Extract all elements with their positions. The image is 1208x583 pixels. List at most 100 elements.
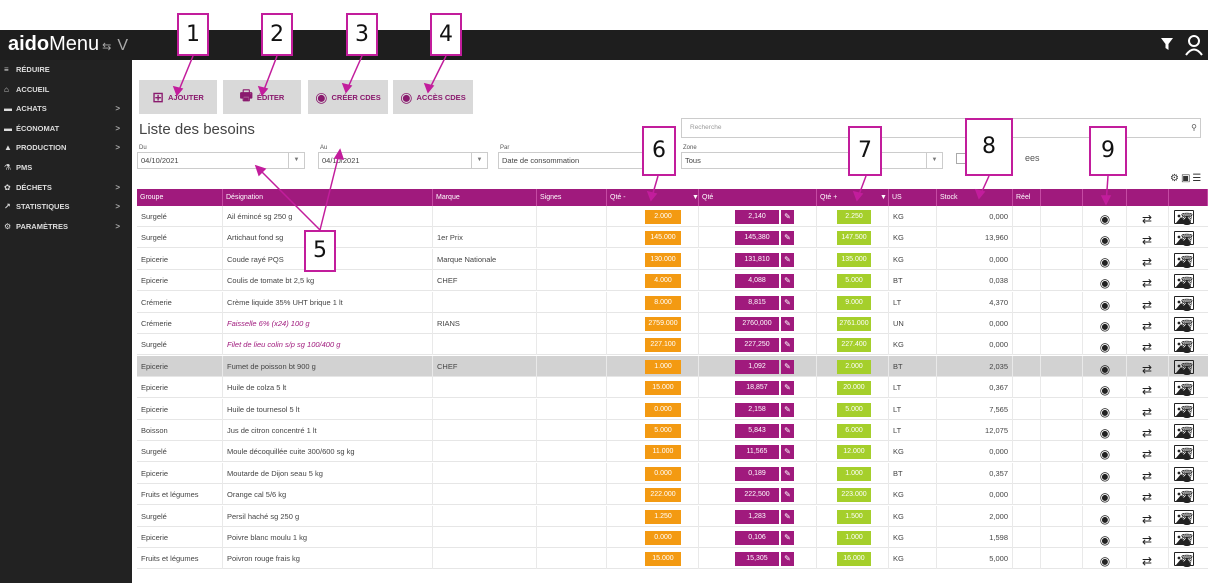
qte-value[interactable]: 227,250 [735,338,779,353]
eye-icon[interactable]: ◉ [1095,402,1115,420]
eye-icon[interactable]: ◉ [1095,209,1115,227]
chevron-down-icon[interactable]: ▼ [471,153,487,168]
table-row[interactable]: Crémerie Faisselle 6% (x24) 100 g RIANS 275… [137,313,1208,334]
qte-value[interactable]: 222,500 [735,488,779,503]
edit-icon[interactable]: ✎ [781,274,794,289]
cell-designation[interactable]: Crème liquide 35% UHT brique 1 lt [223,291,433,313]
image-icon[interactable] [1174,424,1194,438]
transfer-arrows-icon[interactable]: ⇄ [1137,337,1157,355]
transfer-arrows-icon[interactable]: ⇄ [1137,509,1157,527]
save-icon[interactable]: ▣ [1181,173,1192,184]
filter-icon[interactable] [1160,37,1174,51]
table-row[interactable]: Boisson Jus de citron concentré 1 lt 5.000… [137,420,1208,441]
qte-value[interactable]: 11,565 [735,445,779,460]
cell-designation[interactable]: Poivre blanc moulu 1 kg [223,527,433,548]
sort-down-icon[interactable]: ▼ [877,189,887,206]
cell-designation[interactable]: Coulis de tomate bt 2,5 kg [223,270,433,292]
du-date-input[interactable]: 04/10/2021 ▼ [137,152,305,169]
transfer-arrows-icon[interactable]: ⇄ [1137,551,1157,569]
sidebar-item-8[interactable]: ⚙ PARAMÈTRES > [0,217,132,237]
sidebar-item-5[interactable]: ⚗ PMS [0,158,132,178]
column-header[interactable]: US [889,189,937,206]
eye-icon[interactable]: ◉ [1095,444,1115,462]
edit-icon[interactable]: ✎ [781,231,794,246]
table-row[interactable]: Surgelé Artichaut fond sg 1er Prix 145.000 1… [137,227,1208,249]
print-button[interactable]: 🖶 ÉDITER [223,80,301,114]
table-row[interactable]: Epicerie Poivre blanc moulu 1 kg 0.000 0,10… [137,527,1208,548]
column-header[interactable]: Groupe [137,189,223,206]
table-row[interactable]: Surgelé Moule décoquillée cuite 300/600 s… [137,441,1208,463]
search-icon[interactable]: ⚲ [1191,119,1197,137]
eye-icon[interactable]: ◉ [1095,551,1115,569]
cell-designation[interactable]: Persil haché sg 250 g [223,505,433,527]
eye-icon[interactable]: ◉ [1095,487,1115,505]
edit-icon[interactable]: ✎ [781,488,794,503]
chevron-down-icon[interactable]: ▼ [926,153,942,168]
table-row[interactable]: Crémerie Crème liquide 35% UHT brique 1 l… [137,291,1208,313]
sidebar-item-0[interactable]: ≡ RÉDUIRE [0,60,132,80]
sidebar-item-1[interactable]: ⌂ ACCUEIL [0,80,132,100]
sort-down-icon[interactable]: ▼ [689,189,699,206]
cell-designation[interactable]: Fumet de poisson bt 900 g [223,355,433,377]
edit-icon[interactable]: ✎ [781,402,794,417]
eye-icon[interactable]: ◉ [1095,295,1115,313]
access-orders-button[interactable]: ◉ ACCÈS CDES [393,80,473,114]
image-icon[interactable] [1174,231,1194,246]
image-icon[interactable] [1174,381,1194,396]
cell-designation[interactable]: Huile de tournesol 5 lt [223,398,433,420]
cell-designation[interactable]: Moule décoquillée cuite 300/600 sg kg [223,441,433,463]
qte-value[interactable]: 145,380 [735,231,779,246]
eye-icon[interactable]: ◉ [1095,316,1115,334]
image-icon[interactable] [1174,274,1194,289]
gear-icon[interactable]: ⚙ [1170,173,1181,184]
eye-icon[interactable]: ◉ [1095,423,1115,441]
cell-designation[interactable]: Moutarde de Dijon seau 5 kg [223,462,433,484]
image-icon[interactable] [1174,210,1194,224]
table-row[interactable]: Epicerie Huile de tournesol 5 lt 0.000 2,15… [137,398,1208,420]
table-row[interactable]: Fruits et légumes Poivron rouge frais kg 1… [137,548,1208,570]
image-icon[interactable] [1174,488,1194,503]
chevron-down-icon[interactable]: ▼ [288,153,304,168]
qte-value[interactable]: 131,810 [735,252,779,267]
zone-select[interactable]: Tous ▼ [681,152,943,169]
qte-value[interactable]: 2,158 [735,402,779,417]
transfer-arrows-icon[interactable]: ⇄ [1137,230,1157,248]
transfer-arrows-icon[interactable]: ⇄ [1137,487,1157,505]
table-row[interactable]: Epicerie Moutarde de Dijon seau 5 kg 0.000… [137,462,1208,484]
edit-icon[interactable]: ✎ [781,466,794,481]
table-row[interactable]: Fruits et légumes Orange cal 5/6 kg 222.00… [137,484,1208,506]
edit-icon[interactable]: ✎ [781,424,794,438]
eye-icon[interactable]: ◉ [1095,273,1115,291]
image-icon[interactable] [1174,295,1194,310]
qte-value[interactable]: 1,092 [735,359,779,374]
edit-icon[interactable]: ✎ [781,359,794,374]
transfer-arrows-icon[interactable]: ⇄ [1137,380,1157,398]
qte-value[interactable]: 0,189 [735,466,779,481]
table-row[interactable]: Epicerie Coulis de tomate bt 2,5 kg CHEF 4.… [137,270,1208,292]
cell-designation[interactable]: Orange cal 5/6 kg [223,484,433,506]
cell-designation[interactable]: Filet de lieu colin s/p sg 100/400 g [223,334,433,356]
qte-value[interactable]: 2,140 [735,210,779,224]
image-icon[interactable] [1174,338,1194,353]
transfer-arrows-icon[interactable]: ⇄ [1137,252,1157,270]
transfer-arrows-icon[interactable]: ⇄ [1137,359,1157,377]
column-header[interactable]: Signes [537,189,607,206]
edit-icon[interactable]: ✎ [781,381,794,396]
table-row[interactable]: Epicerie Coude rayé PQS Marque Nationale 13… [137,248,1208,270]
sidebar-item-2[interactable]: ▬ ACHATS > [0,99,132,119]
column-header[interactable]: Qté [699,189,817,206]
cell-designation[interactable]: Huile de colza 5 lt [223,377,433,399]
add-button[interactable]: ⊞ AJOUTER [139,80,217,114]
qte-value[interactable]: 15,305 [735,552,779,567]
edit-icon[interactable]: ✎ [781,210,794,224]
edit-icon[interactable]: ✎ [781,552,794,567]
eye-icon[interactable]: ◉ [1095,230,1115,248]
list-icon[interactable]: ☰ [1192,173,1203,184]
transfer-arrows-icon[interactable]: ⇄ [1137,466,1157,484]
transfer-arrows-icon[interactable]: ⇄ [1137,423,1157,441]
qte-value[interactable]: 1,283 [735,509,779,524]
column-header[interactable]: Marque [433,189,537,206]
app-logo[interactable]: aidoMenu ⇆ V [8,33,128,56]
qte-value[interactable]: 5,843 [735,424,779,438]
au-date-input[interactable]: 04/10/2021 ▼ [318,152,488,169]
